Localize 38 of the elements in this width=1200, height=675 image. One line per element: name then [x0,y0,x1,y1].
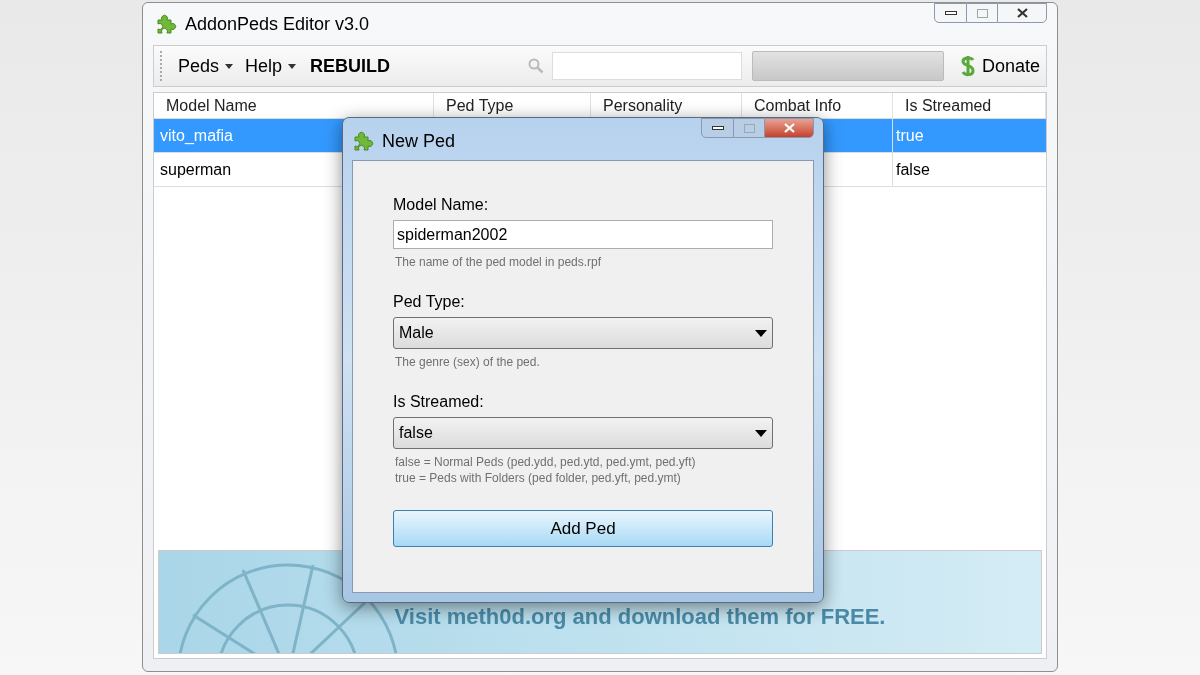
caret-icon [225,63,234,69]
dialog-title: New Ped [382,129,456,153]
add-ped-button[interactable]: Add Ped [393,510,773,547]
menu-button[interactable]: Peds [172,52,240,80]
table-cell-text: true [895,125,925,146]
dropdown[interactable]: false [393,417,773,449]
hint-text: The name of the ped model in peds.rpf [395,254,603,270]
field-label: Ped Type: [393,292,466,312]
dropdown[interactable]: Male [393,317,773,349]
banner-text: Visit meth0d.org and download them for FREE. [393,603,886,631]
table-cell-text: superman [159,159,233,180]
menu-button[interactable]: Help [239,52,303,80]
hint-text: false = Normal Peds (ped.ydd, ped.ytd, ped.ymt, ped.yft) [395,454,697,470]
donate-button[interactable]: Donate [959,52,1040,80]
hint-text: The genre (sex) of the ped. [395,354,541,370]
field-label: Is Streamed: [393,392,485,412]
search-icon [527,58,544,74]
search-field[interactable] [551,52,742,80]
puzzle-piece-icon [352,130,374,152]
table-cell-text: false [895,159,931,180]
close-button[interactable] [997,3,1047,23]
table-cell-text: vito_mafia [159,125,234,146]
field-label: Model Name: [393,195,490,215]
close-button[interactable] [764,118,814,138]
caret-icon [288,63,297,69]
hint-text: true = Peds with Folders (ped folder, ped.yft, ped.ymt) [395,470,682,486]
close-icon [1016,8,1028,18]
dropdown-arrow-icon [755,429,767,437]
dollar-sign-icon [959,54,976,78]
puzzle-piece-icon [155,13,177,35]
model-name-field[interactable]: spiderman2002 [393,220,773,249]
dropdown-arrow-icon [755,329,767,337]
column-header[interactable]: Is Streamed [893,93,1046,118]
close-icon [783,123,795,133]
minimize-button[interactable] [701,118,734,138]
rebuild-button[interactable]: REBUILD [302,52,399,80]
minimize-button[interactable] [934,3,967,23]
window-title: AddonPeds Editor v3.0 [185,12,370,36]
